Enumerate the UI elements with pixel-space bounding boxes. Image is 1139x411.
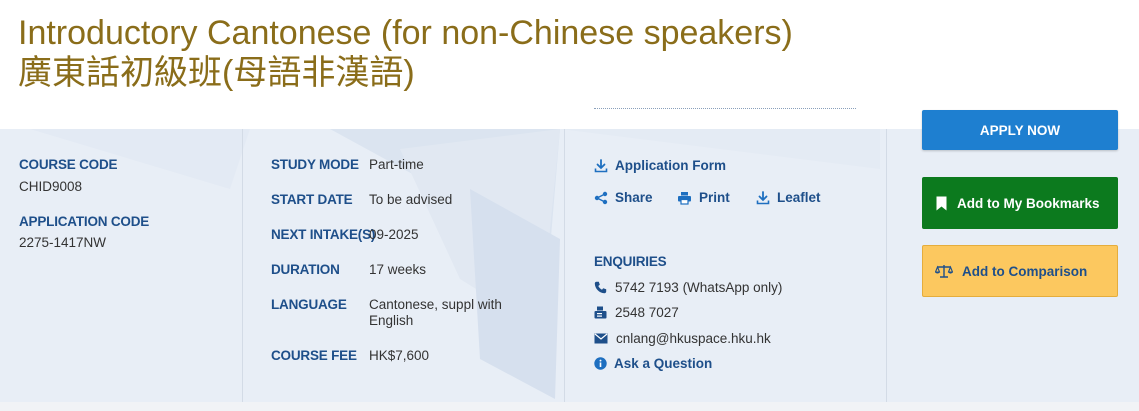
phone-icon: [594, 281, 607, 294]
enquiries-label: ENQUIRIES: [594, 254, 667, 269]
print-link[interactable]: Print: [677, 190, 730, 205]
duration-label: DURATION: [271, 262, 340, 277]
language-value: Cantonese, suppl with English: [369, 297, 502, 328]
course-title-chinese: 廣東話初級班(母語非漢語): [18, 54, 415, 92]
course-page: Introductory Cantonese (for non-Chinese …: [0, 0, 1139, 411]
info-icon: [594, 357, 607, 370]
page-title: Introductory Cantonese (for non-Chinese …: [18, 13, 793, 93]
application-form-link[interactable]: Application Form: [594, 158, 726, 173]
print-icon: [678, 191, 691, 205]
column-divider: [242, 129, 243, 402]
duration-value: 17 weeks: [369, 262, 427, 277]
next-intake-value: 09-2025: [369, 227, 419, 242]
add-to-bookmarks-label: Add to My Bookmarks: [957, 195, 1100, 211]
share-link[interactable]: Share: [594, 190, 653, 205]
study-mode-label: STUDY MODE: [271, 157, 359, 172]
divider-dotted: [594, 108, 856, 109]
download-icon: [594, 158, 608, 172]
download-icon: [756, 190, 770, 204]
fax-contact: 2548 7027: [594, 305, 679, 320]
application-form-label: Application Form: [615, 158, 726, 173]
start-date-label: START DATE: [271, 192, 353, 207]
email-address[interactable]: cnlang@hkuspace.hku.hk: [616, 331, 771, 346]
whatsapp-number: 5742 7193 (WhatsApp only): [615, 280, 783, 295]
column-divider: [886, 129, 887, 402]
column-divider: [564, 129, 565, 402]
language-label: LANGUAGE: [271, 297, 347, 312]
study-mode-value: Part-time: [369, 157, 424, 172]
application-code-value: 2275-1417NW: [19, 235, 107, 250]
course-fee-value: HK$7,600: [369, 348, 430, 363]
course-code-label: COURSE CODE: [19, 157, 118, 172]
apply-now-button[interactable]: APPLY NOW: [922, 110, 1118, 150]
print-label: Print: [699, 190, 730, 205]
start-date-value: To be advised: [369, 192, 453, 207]
fax-number: 2548 7027: [615, 305, 679, 320]
share-icon: [594, 191, 608, 204]
whatsapp-contact: 5742 7193 (WhatsApp only): [594, 280, 782, 295]
apply-now-label: APPLY NOW: [979, 122, 1061, 138]
share-label: Share: [615, 190, 653, 205]
panel-bottom-strip: [0, 402, 1139, 411]
bookmark-icon: [936, 196, 947, 210]
course-title-english: Introductory Cantonese (for non-Chinese …: [18, 14, 793, 52]
mail-icon: [594, 333, 608, 344]
course-fee-label: COURSE FEE: [271, 348, 357, 363]
leaflet-link[interactable]: Leaflet: [756, 190, 821, 205]
add-to-comparison-label: Add to Comparison: [962, 263, 1088, 279]
course-code-value: CHID9008: [19, 179, 83, 194]
fax-icon: [594, 306, 607, 319]
ask-question-label: Ask a Question: [614, 356, 713, 371]
leaflet-label: Leaflet: [777, 190, 821, 205]
scale-icon: [935, 265, 953, 278]
next-intake-label: NEXT INTAKE(S): [271, 227, 376, 242]
add-to-comparison-button[interactable]: Add to Comparison: [922, 245, 1118, 297]
add-to-bookmarks-button[interactable]: Add to My Bookmarks: [922, 177, 1118, 229]
application-code-label: APPLICATION CODE: [19, 214, 150, 229]
ask-question-link[interactable]: Ask a Question: [594, 356, 712, 371]
email-contact[interactable]: cnlang@hkuspace.hku.hk: [594, 331, 771, 346]
